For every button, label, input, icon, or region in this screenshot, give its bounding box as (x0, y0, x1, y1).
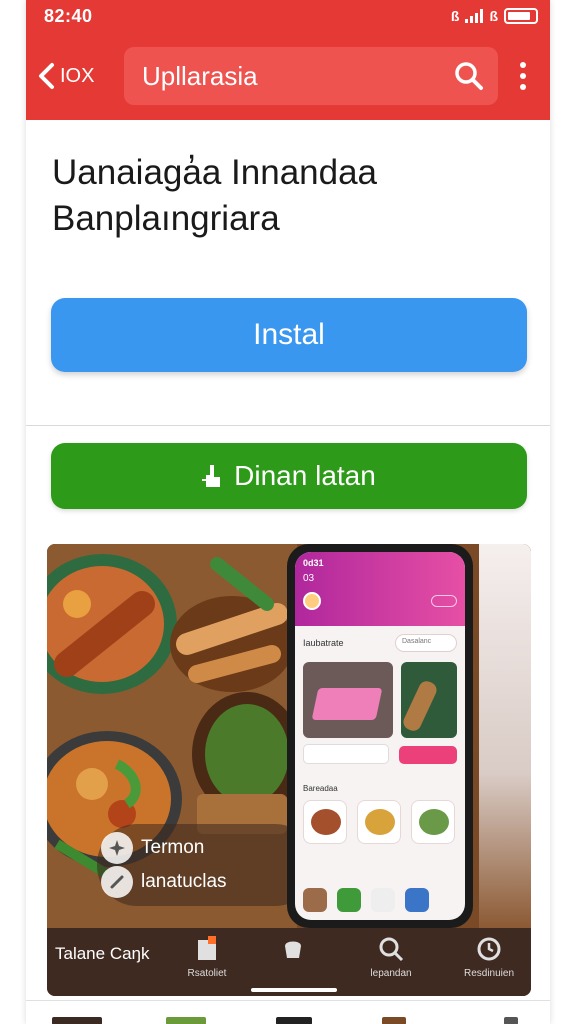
home-indicator (251, 988, 337, 992)
nav-item-2 (253, 936, 333, 968)
status-time: 82:40 (44, 5, 93, 26)
feature-item-2: lanatuclas (101, 866, 227, 898)
phone-cta-button (399, 746, 457, 764)
nav-label-4: Resdinuien (463, 968, 515, 979)
promo-nav-title: Talane Caŋk (55, 944, 150, 963)
divider (26, 425, 550, 426)
network-icon: ß (489, 8, 498, 24)
phone-dish-1 (303, 800, 347, 844)
chef-icon (285, 941, 301, 958)
phone-time: 0d31 (303, 558, 324, 568)
restaurant-icon (198, 936, 216, 960)
search-query: Upllarasia (142, 60, 258, 91)
dessert-image (311, 688, 383, 720)
phone-subsection-title: Bareadaa (303, 784, 338, 793)
phone-meta-box (303, 744, 389, 764)
bluetooth-icon: ß (450, 8, 460, 24)
phone-section-title: Iaubatrate (303, 638, 344, 648)
feature-item-1: Termon (101, 832, 204, 864)
nav-item-1: Rsatoliet (167, 936, 247, 979)
phone-dish-2 (357, 800, 401, 844)
phone-screen: 0d31 03 Iaubatrate Dasalanc Bareadaa (295, 552, 465, 920)
chevron-left-icon (36, 61, 58, 91)
app-title: Uanaiaga̓a Innandaa Banplaıngriara (52, 153, 378, 238)
install-button[interactable]: Instal (51, 298, 527, 372)
back-button[interactable]: IOX (36, 61, 116, 91)
phone-dish-3 (411, 800, 455, 844)
promo-image: Termon lanatuclas 0d31 03 Iaubatrate Das… (47, 544, 531, 996)
nav-item-3: lepandan (351, 936, 431, 979)
nav-item-4: Resdinuien (449, 936, 529, 979)
phone-search: Dasalanc (395, 634, 457, 652)
feature-2-label: lanatuclas (141, 871, 227, 892)
avatar (303, 592, 321, 610)
phone-toggle (431, 595, 457, 607)
download-label: Dinan latan (234, 460, 376, 491)
download-button[interactable]: Dinan latan (51, 443, 527, 509)
slash-icon (101, 866, 133, 898)
download-hand-icon (202, 463, 224, 489)
phone-bottom-row (303, 888, 429, 912)
app-bar: IOX Upllarasia (26, 32, 550, 120)
phone-carrier: 03 (303, 573, 315, 584)
side-panel-preview (479, 544, 531, 928)
phone-header-row (303, 592, 457, 610)
status-bar: 82:40 ß ß (26, 0, 550, 32)
phone-mockup: 0d31 03 Iaubatrate Dasalanc Bareadaa (287, 544, 473, 928)
search-icon[interactable] (454, 61, 484, 91)
clock-icon (477, 937, 501, 961)
nav-label-1: Rsatoliet (187, 968, 227, 979)
signal-icon (465, 9, 484, 23)
bottom-preview-row (26, 1000, 550, 1024)
nav-label-3: lepandan (370, 968, 412, 979)
status-icons: ß ß (451, 8, 538, 24)
back-label: IOX (60, 64, 95, 87)
phone-header: 0d31 03 (295, 552, 465, 626)
search-bar[interactable]: Upllarasia (124, 47, 498, 105)
battery-icon (504, 8, 538, 24)
sparkle-icon (101, 832, 133, 864)
search-icon (379, 937, 404, 962)
feature-1-label: Termon (141, 837, 205, 858)
more-options-icon[interactable] (506, 62, 540, 90)
promo-bottom-nav: Talane Caŋk Rsatoliet lepandan Resdinuie… (47, 928, 531, 996)
app-frame: 82:40 ß ß IOX Upllarasia Uanaiaga̓a Inna… (26, 0, 550, 1024)
